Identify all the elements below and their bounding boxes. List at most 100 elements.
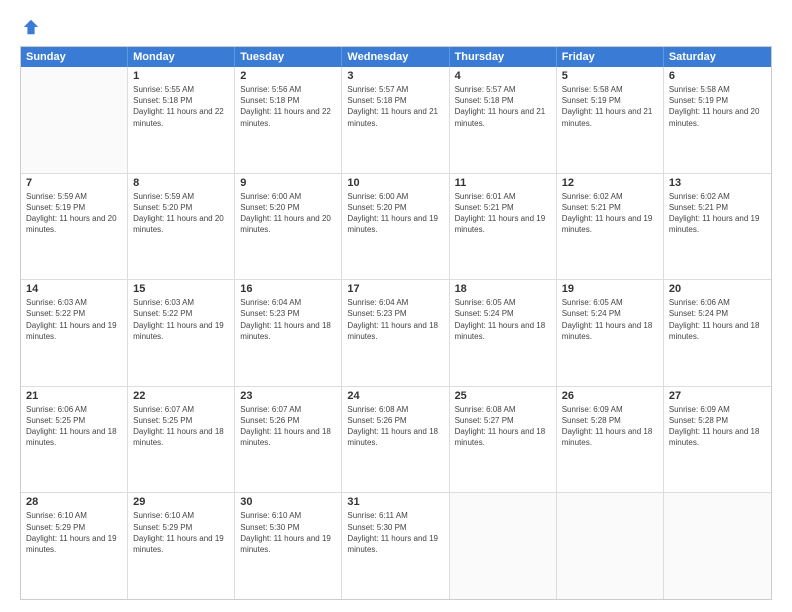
- day-info: Sunrise: 6:10 AM Sunset: 5:29 PM Dayligh…: [26, 510, 122, 555]
- calendar-cell: 11Sunrise: 6:01 AM Sunset: 5:21 PM Dayli…: [450, 174, 557, 280]
- day-info: Sunrise: 5:55 AM Sunset: 5:18 PM Dayligh…: [133, 84, 229, 129]
- header-day-thursday: Thursday: [450, 47, 557, 67]
- day-info: Sunrise: 6:02 AM Sunset: 5:21 PM Dayligh…: [562, 191, 658, 236]
- calendar-header: SundayMondayTuesdayWednesdayThursdayFrid…: [21, 47, 771, 67]
- calendar-cell: 19 Sunrise: 6:05 AM Sunset: 5:24 PM Dayli…: [557, 280, 664, 386]
- day-info: Sunrise: 6:03 AM Sunset: 5:22 PM Dayligh…: [26, 297, 122, 342]
- header-day-monday: Monday: [128, 47, 235, 67]
- calendar-cell: 18Sunrise: 6:05 AM Sunset: 5:24 PM Dayli…: [450, 280, 557, 386]
- calendar-cell: 23Sunrise: 6:07 AM Sunset: 5:26 PM Dayli…: [235, 387, 342, 493]
- day-number: 15: [133, 283, 229, 295]
- header: [20, 18, 772, 36]
- calendar-body: 1 Sunrise: 5:55 AM Sunset: 5:18 PM Daylig…: [21, 67, 771, 599]
- header-day-sunday: Sunday: [21, 47, 128, 67]
- day-number: 28: [26, 496, 122, 508]
- day-info: Sunrise: 5:58 AM Sunset: 5:19 PM Dayligh…: [669, 84, 766, 129]
- calendar-cell: 26 Sunrise: 6:09 AM Sunset: 5:28 PM Dayli…: [557, 387, 664, 493]
- calendar-row-2: 7 Sunrise: 5:59 AM Sunset: 5:19 PM Daylig…: [21, 174, 771, 281]
- calendar-cell: 4 Sunrise: 5:57 AM Sunset: 5:18 PM Daylig…: [450, 67, 557, 173]
- calendar-cell: 16 Sunrise: 6:04 AM Sunset: 5:23 PM Dayli…: [235, 280, 342, 386]
- header-day-friday: Friday: [557, 47, 664, 67]
- calendar-cell: 28 Sunrise: 6:10 AM Sunset: 5:29 PM Dayli…: [21, 493, 128, 599]
- calendar-cell: 10Sunrise: 6:00 AM Sunset: 5:20 PM Dayli…: [342, 174, 449, 280]
- calendar-cell: 12 Sunrise: 6:02 AM Sunset: 5:21 PM Dayli…: [557, 174, 664, 280]
- calendar-cell: 6 Sunrise: 5:58 AM Sunset: 5:19 PM Daylig…: [664, 67, 771, 173]
- day-number: 9: [240, 177, 336, 189]
- day-number: 5: [562, 70, 658, 82]
- calendar-row-1: 1 Sunrise: 5:55 AM Sunset: 5:18 PM Daylig…: [21, 67, 771, 174]
- day-info: Sunrise: 5:57 AM Sunset: 5:18 PM Dayligh…: [347, 84, 443, 129]
- day-number: 14: [26, 283, 122, 295]
- day-info: Sunrise: 6:02 AM Sunset: 5:21 PM Dayligh…: [669, 191, 766, 236]
- day-info: Sunrise: 6:05 AM Sunset: 5:24 PM Dayligh…: [562, 297, 658, 342]
- day-number: 6: [669, 70, 766, 82]
- calendar-cell: [21, 67, 128, 173]
- calendar-cell: 29 Sunrise: 6:10 AM Sunset: 5:29 PM Dayli…: [128, 493, 235, 599]
- day-number: 25: [455, 390, 551, 402]
- day-number: 12: [562, 177, 658, 189]
- calendar-cell: 15 Sunrise: 6:03 AM Sunset: 5:22 PM Dayli…: [128, 280, 235, 386]
- header-day-saturday: Saturday: [664, 47, 771, 67]
- calendar-cell: 7 Sunrise: 5:59 AM Sunset: 5:19 PM Daylig…: [21, 174, 128, 280]
- calendar-cell: 3 Sunrise: 5:57 AM Sunset: 5:18 PM Daylig…: [342, 67, 449, 173]
- day-info: Sunrise: 6:04 AM Sunset: 5:23 PM Dayligh…: [240, 297, 336, 342]
- calendar-cell: 22Sunrise: 6:07 AM Sunset: 5:25 PM Dayli…: [128, 387, 235, 493]
- calendar-cell: 31 Sunrise: 6:11 AM Sunset: 5:30 PM Dayli…: [342, 493, 449, 599]
- calendar-row-4: 21 Sunrise: 6:06 AM Sunset: 5:25 PM Dayli…: [21, 387, 771, 494]
- calendar-cell: 8 Sunrise: 5:59 AM Sunset: 5:20 PM Daylig…: [128, 174, 235, 280]
- day-number: 24: [347, 390, 443, 402]
- day-info: Sunrise: 6:10 AM Sunset: 5:30 PM Dayligh…: [240, 510, 336, 555]
- day-number: 16: [240, 283, 336, 295]
- day-number: 26: [562, 390, 658, 402]
- day-info: Sunrise: 6:06 AM Sunset: 5:25 PM Dayligh…: [26, 404, 122, 449]
- day-info: Sunrise: 6:11 AM Sunset: 5:30 PM Dayligh…: [347, 510, 443, 555]
- day-info: Sunrise: 5:59 AM Sunset: 5:19 PM Dayligh…: [26, 191, 122, 236]
- calendar-cell: 13 Sunrise: 6:02 AM Sunset: 5:21 PM Dayli…: [664, 174, 771, 280]
- day-info: Sunrise: 5:59 AM Sunset: 5:20 PM Dayligh…: [133, 191, 229, 236]
- day-info: Sunrise: 6:10 AM Sunset: 5:29 PM Dayligh…: [133, 510, 229, 555]
- day-number: 4: [455, 70, 551, 82]
- day-info: Sunrise: 6:08 AM Sunset: 5:27 PM Dayligh…: [455, 404, 551, 449]
- calendar-cell: [450, 493, 557, 599]
- day-number: 8: [133, 177, 229, 189]
- day-number: 19: [562, 283, 658, 295]
- day-number: 20: [669, 283, 766, 295]
- calendar-cell: 1 Sunrise: 5:55 AM Sunset: 5:18 PM Daylig…: [128, 67, 235, 173]
- day-info: Sunrise: 6:09 AM Sunset: 5:28 PM Dayligh…: [562, 404, 658, 449]
- day-info: Sunrise: 6:07 AM Sunset: 5:26 PM Dayligh…: [240, 404, 336, 449]
- day-number: 2: [240, 70, 336, 82]
- day-info: Sunrise: 5:58 AM Sunset: 5:19 PM Dayligh…: [562, 84, 658, 129]
- day-info: Sunrise: 6:01 AM Sunset: 5:21 PM Dayligh…: [455, 191, 551, 236]
- day-info: Sunrise: 5:57 AM Sunset: 5:18 PM Dayligh…: [455, 84, 551, 129]
- day-number: 1: [133, 70, 229, 82]
- day-info: Sunrise: 6:09 AM Sunset: 5:28 PM Dayligh…: [669, 404, 766, 449]
- day-info: Sunrise: 6:04 AM Sunset: 5:23 PM Dayligh…: [347, 297, 443, 342]
- day-number: 27: [669, 390, 766, 402]
- calendar-cell: 20Sunrise: 6:06 AM Sunset: 5:24 PM Dayli…: [664, 280, 771, 386]
- calendar: SundayMondayTuesdayWednesdayThursdayFrid…: [20, 46, 772, 600]
- calendar-cell: 30Sunrise: 6:10 AM Sunset: 5:30 PM Dayli…: [235, 493, 342, 599]
- day-number: 7: [26, 177, 122, 189]
- calendar-cell: 2Sunrise: 5:56 AM Sunset: 5:18 PM Daylig…: [235, 67, 342, 173]
- calendar-row-5: 28 Sunrise: 6:10 AM Sunset: 5:29 PM Dayli…: [21, 493, 771, 599]
- day-info: Sunrise: 6:03 AM Sunset: 5:22 PM Dayligh…: [133, 297, 229, 342]
- day-number: 29: [133, 496, 229, 508]
- calendar-cell: 9Sunrise: 6:00 AM Sunset: 5:20 PM Daylig…: [235, 174, 342, 280]
- calendar-cell: 5 Sunrise: 5:58 AM Sunset: 5:19 PM Daylig…: [557, 67, 664, 173]
- day-info: Sunrise: 6:08 AM Sunset: 5:26 PM Dayligh…: [347, 404, 443, 449]
- logo: [20, 18, 40, 36]
- day-number: 17: [347, 283, 443, 295]
- day-number: 3: [347, 70, 443, 82]
- calendar-cell: 14 Sunrise: 6:03 AM Sunset: 5:22 PM Dayli…: [21, 280, 128, 386]
- day-number: 21: [26, 390, 122, 402]
- day-info: Sunrise: 6:00 AM Sunset: 5:20 PM Dayligh…: [347, 191, 443, 236]
- calendar-cell: 27 Sunrise: 6:09 AM Sunset: 5:28 PM Dayli…: [664, 387, 771, 493]
- day-number: 31: [347, 496, 443, 508]
- calendar-cell: 17 Sunrise: 6:04 AM Sunset: 5:23 PM Dayli…: [342, 280, 449, 386]
- page: SundayMondayTuesdayWednesdayThursdayFrid…: [0, 0, 792, 612]
- day-number: 13: [669, 177, 766, 189]
- calendar-cell: 25 Sunrise: 6:08 AM Sunset: 5:27 PM Dayli…: [450, 387, 557, 493]
- calendar-row-3: 14 Sunrise: 6:03 AM Sunset: 5:22 PM Dayli…: [21, 280, 771, 387]
- calendar-cell: 21 Sunrise: 6:06 AM Sunset: 5:25 PM Dayli…: [21, 387, 128, 493]
- day-number: 22: [133, 390, 229, 402]
